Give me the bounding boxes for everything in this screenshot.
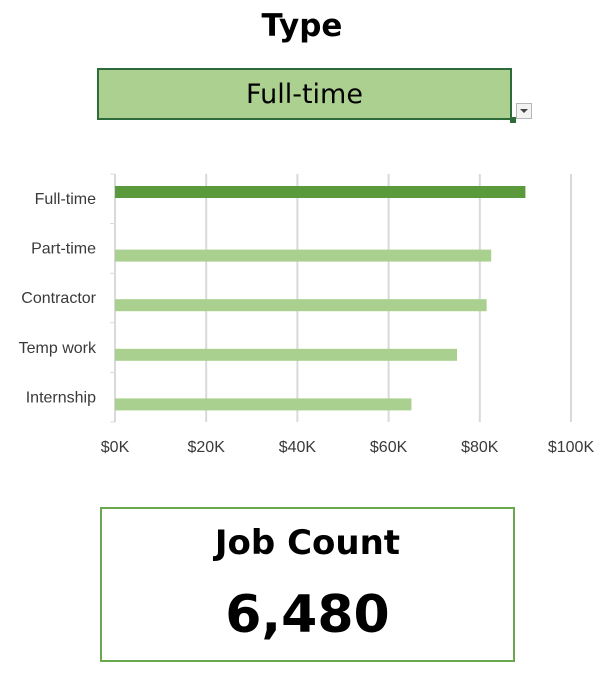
dropdown-arrow-button[interactable] xyxy=(516,103,532,119)
bar-chart: $0K $20K $40K $60K $80K $100K Full-time Part-ti… xyxy=(19,173,595,456)
type-dropdown[interactable]: Full-time xyxy=(97,68,512,120)
job-count-label: Job Count xyxy=(214,523,401,563)
category-label: Full-time xyxy=(35,191,96,208)
bar xyxy=(115,249,492,262)
category-label: Internship xyxy=(26,389,96,406)
job-count-card: Job Count 6,480 xyxy=(100,507,515,662)
chevron-down-icon xyxy=(520,109,528,113)
bar xyxy=(115,398,412,411)
category-label: Temp work xyxy=(19,340,97,357)
dropdown-selected-value: Full-time xyxy=(246,78,363,110)
slicer-title: Type xyxy=(261,8,343,44)
category-label: Contractor xyxy=(21,290,96,307)
x-tick-label: $100K xyxy=(548,439,595,456)
job-count-value: 6,480 xyxy=(225,585,390,645)
x-tick-label: $80K xyxy=(461,439,499,456)
x-tick-label: $60K xyxy=(370,439,408,456)
bar xyxy=(115,186,526,198)
category-label: Part-time xyxy=(31,241,96,258)
x-tick-label: $40K xyxy=(279,439,317,456)
bar xyxy=(115,299,487,312)
x-tick-label: $20K xyxy=(188,439,226,456)
bar xyxy=(115,348,457,361)
x-tick-label: $0K xyxy=(101,439,130,456)
